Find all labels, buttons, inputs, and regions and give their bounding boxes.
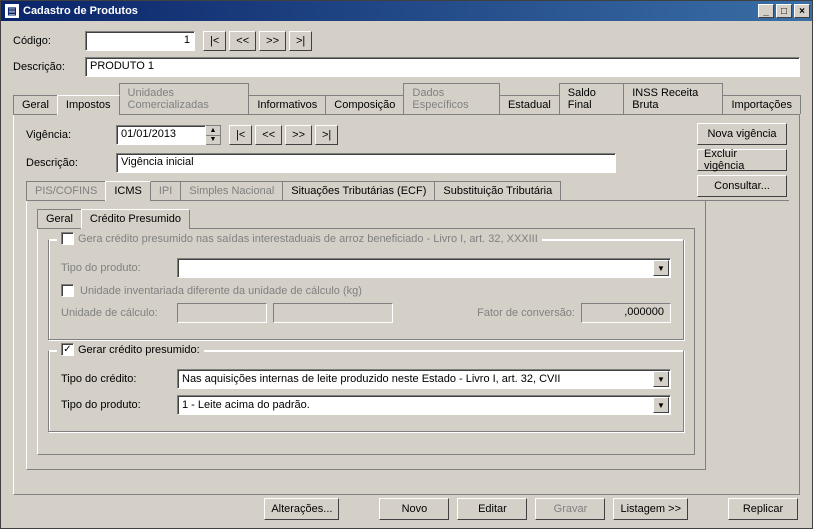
dropdown-arrow-icon[interactable]: ▼ (653, 397, 669, 413)
window-icon: ▤ (5, 4, 19, 18)
subtab-pis: PIS/COFINS (26, 181, 106, 200)
vigencia-date-field[interactable]: 01/01/2013 (116, 125, 206, 145)
minimize-button[interactable]: _ (758, 4, 774, 18)
innertab-geral[interactable]: Geral (37, 209, 82, 228)
tab-impostos-panel: Nova vigência Excluir vigência Consultar… (13, 115, 800, 495)
tab-dados: Dados Específicos (403, 83, 500, 114)
sub-tabs: PIS/COFINS ICMS IPI Simples Nacional Sit… (26, 181, 789, 201)
nav-next-button[interactable]: >> (259, 31, 286, 51)
vigencia-date-spinner[interactable]: ▲ ▼ (206, 125, 221, 145)
tab-impostos[interactable]: Impostos (57, 95, 120, 115)
g1-unidade-chk-label: Unidade inventariada diferente da unidad… (80, 285, 362, 297)
vig-nav-first-button[interactable]: |< (229, 125, 252, 145)
subtab-substituicao[interactable]: Substituição Tributária (434, 181, 561, 200)
listagem-button[interactable]: Listagem >> (613, 498, 688, 520)
codigo-field[interactable]: 1 (85, 31, 195, 51)
nav-last-button[interactable]: >| (289, 31, 312, 51)
subtab-simples: Simples Nacional (180, 181, 283, 200)
tab-composicao[interactable]: Composição (325, 95, 404, 114)
close-button[interactable]: × (794, 4, 810, 18)
tab-geral[interactable]: Geral (13, 95, 58, 114)
vig-nav-prev-button[interactable]: << (255, 125, 282, 145)
group-gerar-legend: Gerar crédito presumido: (78, 344, 200, 356)
editar-button[interactable]: Editar (457, 498, 527, 520)
g1-fator-label: Fator de conversão: (477, 307, 575, 319)
descricao-label: Descrição: (13, 61, 85, 73)
replicar-button[interactable]: Replicar (728, 498, 798, 520)
g1-tipo-produto-label: Tipo do produto: (61, 262, 171, 274)
tab-informativos[interactable]: Informativos (248, 95, 326, 114)
tab-importacoes[interactable]: Importações (722, 95, 801, 114)
main-tabs: Geral Impostos Unidades Comercializadas … (13, 83, 800, 115)
tab-saldo[interactable]: Saldo Final (559, 83, 624, 114)
dropdown-arrow-icon[interactable]: ▼ (653, 371, 669, 387)
gravar-button: Gravar (535, 498, 605, 520)
nova-vigencia-button[interactable]: Nova vigência (697, 123, 787, 145)
excluir-vigencia-button[interactable]: Excluir vigência (697, 149, 787, 171)
vig-nav-next-button[interactable]: >> (285, 125, 312, 145)
group-arroz: Gera crédito presumido nas saídas intere… (48, 239, 684, 340)
spin-down-icon[interactable]: ▼ (206, 136, 220, 145)
subtab-situacoes[interactable]: Situações Tributárias (ECF) (282, 181, 435, 200)
g1-fator-field: ,000000 (581, 303, 671, 323)
checkbox-gerar-credito[interactable]: ✓ (61, 343, 74, 356)
dropdown-arrow-icon: ▼ (653, 260, 669, 276)
subtab-icms[interactable]: ICMS (105, 181, 151, 201)
subtab-icms-panel: Geral Crédito Presumido Gera crédito pre… (26, 201, 706, 470)
group-gerar-credito: ✓ Gerar crédito presumido: Tipo do crédi… (48, 350, 684, 432)
tab-unidades: Unidades Comercializadas (119, 83, 250, 114)
nav-first-button[interactable]: |< (203, 31, 226, 51)
g2-tipo-produto-value: 1 - Leite acima do padrão. (182, 399, 310, 411)
checkbox-unidade-inv (61, 284, 74, 297)
g1-unidade-calc-field2 (273, 303, 393, 323)
g1-unidade-calc-label: Unidade de cálculo: (61, 307, 171, 319)
vigencia-descricao-field[interactable]: Vigência inicial (116, 153, 616, 173)
innertab-credito-panel: Gera crédito presumido nas saídas intere… (37, 229, 695, 455)
g2-tipo-credito-select[interactable]: Nas aquisições internas de leite produzi… (177, 369, 671, 389)
group-arroz-legend: Gera crédito presumido nas saídas intere… (78, 233, 538, 245)
inner-tabs: Geral Crédito Presumido (37, 209, 695, 229)
consultar-button[interactable]: Consultar... (697, 175, 787, 197)
alteracoes-button[interactable]: Alterações... (264, 498, 339, 520)
window-title: Cadastro de Produtos (23, 5, 758, 17)
descricao-field[interactable]: PRODUTO 1 (85, 57, 800, 77)
g2-tipo-produto-label: Tipo do produto: (61, 399, 171, 411)
titlebar: ▤ Cadastro de Produtos _ □ × (1, 1, 812, 21)
tab-inss[interactable]: INSS Receita Bruta (623, 83, 723, 114)
g2-tipo-credito-label: Tipo do crédito: (61, 373, 171, 385)
g1-tipo-produto-select: ▼ (177, 258, 671, 278)
spin-up-icon[interactable]: ▲ (206, 126, 220, 136)
tab-estadual[interactable]: Estadual (499, 95, 560, 114)
novo-button[interactable]: Novo (379, 498, 449, 520)
codigo-label: Código: (13, 35, 85, 47)
maximize-button[interactable]: □ (776, 4, 792, 18)
footer-buttons: Alterações... Novo Editar Gravar Listage… (1, 498, 812, 520)
vigencia-descricao-label: Descrição: (26, 157, 116, 169)
innertab-credito[interactable]: Crédito Presumido (81, 209, 190, 229)
vigencia-label: Vigência: (26, 129, 116, 141)
subtab-ipi: IPI (150, 181, 181, 200)
vig-nav-last-button[interactable]: >| (315, 125, 338, 145)
g2-tipo-produto-select[interactable]: 1 - Leite acima do padrão. ▼ (177, 395, 671, 415)
checkbox-arroz[interactable] (61, 232, 74, 245)
g1-unidade-calc-field1 (177, 303, 267, 323)
nav-prev-button[interactable]: << (229, 31, 256, 51)
g2-tipo-credito-value: Nas aquisições internas de leite produzi… (182, 373, 560, 385)
